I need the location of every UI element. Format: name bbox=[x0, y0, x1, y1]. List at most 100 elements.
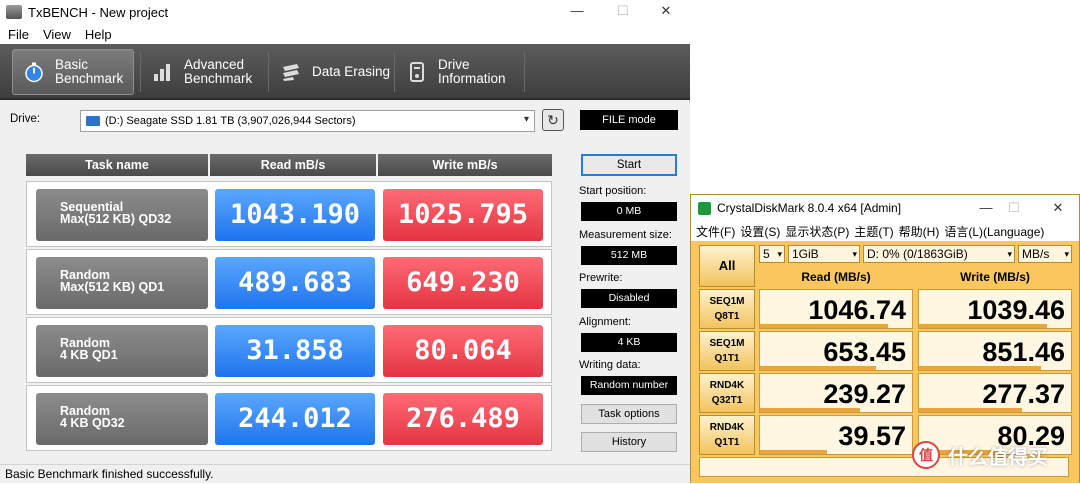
refresh-icon: ↻ bbox=[547, 112, 559, 128]
drive-select[interactable]: (D:) Seagate SSD 1.81 TB (3,907,026,944 … bbox=[80, 110, 535, 132]
txbench-window: TxBENCH - New project — ☐ ✕ File View He… bbox=[0, 0, 690, 483]
read-value-text: 1046.74 bbox=[808, 295, 906, 325]
chevron-down-icon: ▾ bbox=[852, 249, 857, 259]
drive-select[interactable]: D: 0% (0/1863GiB) ▾ bbox=[863, 245, 1015, 263]
tab-label-2: Benchmark bbox=[184, 71, 253, 86]
test-line2: Q8T1 bbox=[714, 311, 740, 322]
measurement-size-label: Measurement size: bbox=[579, 229, 672, 241]
title-bar: TxBENCH - New project — ☐ ✕ bbox=[0, 0, 690, 24]
drive-label: Drive: bbox=[10, 113, 41, 125]
read-value: 39.57 bbox=[759, 415, 913, 455]
minimize-icon[interactable]: — bbox=[971, 200, 1001, 215]
watermark-text: 什么值得买 bbox=[948, 446, 1048, 469]
count-select[interactable]: 5 ▾ bbox=[759, 245, 785, 263]
read-value: 1046.74 bbox=[759, 289, 913, 329]
size-value: 1GiB bbox=[792, 247, 819, 261]
all-button[interactable]: All bbox=[699, 245, 755, 287]
write-value-text: 277.37 bbox=[982, 379, 1065, 409]
write-value: 851.46 bbox=[918, 331, 1072, 371]
test-button-rnd4k-q32t1[interactable]: RND4K Q32T1 bbox=[699, 373, 755, 413]
task-line2: 4 KB QD32 bbox=[60, 416, 125, 430]
maximize-icon[interactable]: ☐ bbox=[999, 200, 1029, 216]
tab-basic-benchmark[interactable]: Basic Benchmark bbox=[12, 49, 134, 95]
write-header: Write (MB/s) bbox=[960, 270, 1030, 284]
close-icon[interactable]: ✕ bbox=[651, 3, 681, 19]
prewrite-label: Prewrite: bbox=[579, 272, 623, 284]
read-value: 31.858 bbox=[215, 325, 375, 377]
refresh-button[interactable]: ↻ bbox=[542, 109, 564, 131]
menu-view[interactable]: View bbox=[43, 27, 71, 42]
prewrite-value[interactable]: Disabled bbox=[581, 289, 677, 308]
history-button[interactable]: History bbox=[581, 432, 677, 452]
task-name: Sequential Max(512 KB) QD32 bbox=[36, 189, 208, 241]
menu-language[interactable]: 语言(L)(Language) bbox=[944, 223, 1044, 240]
read-bar bbox=[760, 324, 888, 328]
read-value: 244.012 bbox=[215, 393, 375, 445]
toolbar-divider bbox=[394, 52, 395, 92]
read-bar bbox=[760, 366, 876, 370]
write-value-text: 851.46 bbox=[982, 337, 1065, 367]
status-bar: Basic Benchmark finished successfully. bbox=[0, 464, 690, 483]
toolbar-divider bbox=[140, 52, 141, 92]
chevron-down-icon: ▾ bbox=[1007, 249, 1012, 259]
maximize-icon[interactable]: ☐ bbox=[608, 3, 638, 19]
watermark-logo: 值 bbox=[912, 441, 940, 469]
write-value: 1039.46 bbox=[918, 289, 1072, 329]
menu-profile[interactable]: 显示状态(P) bbox=[785, 223, 849, 240]
test-button-seq1m-q1t1[interactable]: SEQ1M Q1T1 bbox=[699, 331, 755, 371]
test-line1: RND4K bbox=[709, 380, 745, 391]
title-bar: CrystalDiskMark 8.0.4 x64 [Admin] — ☐ ✕ bbox=[691, 195, 1079, 221]
header-write: Write mB/s bbox=[378, 154, 552, 176]
menu-help[interactable]: Help bbox=[85, 27, 112, 42]
alignment-value[interactable]: 4 KB bbox=[581, 333, 677, 352]
task-name: Random 4 KB QD1 bbox=[36, 325, 208, 377]
unit-select[interactable]: MB/s ▾ bbox=[1018, 245, 1072, 263]
tab-data-erasing[interactable]: Data Erasing bbox=[270, 49, 392, 95]
task-options-button[interactable]: Task options bbox=[581, 404, 677, 424]
task-line2: Max(512 KB) QD1 bbox=[60, 280, 165, 294]
read-value: 489.683 bbox=[215, 257, 375, 309]
read-value: 239.27 bbox=[759, 373, 913, 413]
write-value: 1025.795 bbox=[383, 189, 543, 241]
write-bar bbox=[919, 324, 1047, 328]
close-icon[interactable]: ✕ bbox=[1043, 200, 1073, 216]
drive-icon bbox=[86, 116, 100, 126]
result-row: Random Max(512 KB) QD1 489.683 649.230 bbox=[26, 249, 552, 315]
read-value-text: 653.45 bbox=[823, 337, 906, 367]
test-button-seq1m-q8t1[interactable]: SEQ1M Q8T1 bbox=[699, 289, 755, 329]
measurement-size-value[interactable]: 512 MB bbox=[581, 246, 677, 265]
toolbar-divider bbox=[268, 52, 269, 92]
menu-theme[interactable]: 主题(T) bbox=[854, 223, 893, 240]
write-value: 277.37 bbox=[918, 373, 1072, 413]
write-value: 276.489 bbox=[383, 393, 543, 445]
test-line2: Q1T1 bbox=[714, 437, 740, 448]
window-title: TxBENCH - New project bbox=[28, 4, 169, 20]
write-bar bbox=[919, 366, 1041, 370]
menu-settings[interactable]: 设置(S) bbox=[740, 223, 780, 240]
menu-file[interactable]: File bbox=[8, 27, 29, 42]
unit-value: MB/s bbox=[1022, 247, 1050, 261]
read-bar bbox=[760, 408, 861, 412]
menu-file[interactable]: 文件(F) bbox=[696, 223, 735, 240]
task-name: Random Max(512 KB) QD1 bbox=[36, 257, 208, 309]
start-button[interactable]: Start bbox=[581, 154, 677, 176]
toolbar: Basic Benchmark Advanced Benchmark Data Er… bbox=[0, 44, 690, 100]
tab-label-1: Drive bbox=[438, 57, 470, 72]
start-position-value[interactable]: 0 MB bbox=[581, 202, 677, 221]
tab-advanced-benchmark[interactable]: Advanced Benchmark bbox=[142, 49, 266, 95]
result-row: Random 4 KB QD1 31.858 80.064 bbox=[26, 317, 552, 383]
read-value: 1043.190 bbox=[215, 189, 375, 241]
test-line2: Q1T1 bbox=[714, 353, 740, 364]
menu-help[interactable]: 帮助(H) bbox=[899, 223, 940, 240]
tab-label-2: Benchmark bbox=[55, 71, 124, 86]
tab-drive-information[interactable]: Drive Information bbox=[396, 49, 522, 95]
read-header: Read (MB/s) bbox=[801, 270, 871, 284]
drive-value: D: 0% (0/1863GiB) bbox=[867, 247, 968, 261]
tab-label-2: Information bbox=[438, 71, 506, 86]
header-read: Read mB/s bbox=[210, 154, 376, 176]
minimize-icon[interactable]: — bbox=[562, 3, 592, 18]
test-button-rnd4k-q1t1[interactable]: RND4K Q1T1 bbox=[699, 415, 755, 455]
writing-data-value[interactable]: Random number bbox=[581, 376, 677, 395]
tab-label-1: Advanced bbox=[184, 57, 245, 72]
size-select[interactable]: 1GiB ▾ bbox=[788, 245, 860, 263]
